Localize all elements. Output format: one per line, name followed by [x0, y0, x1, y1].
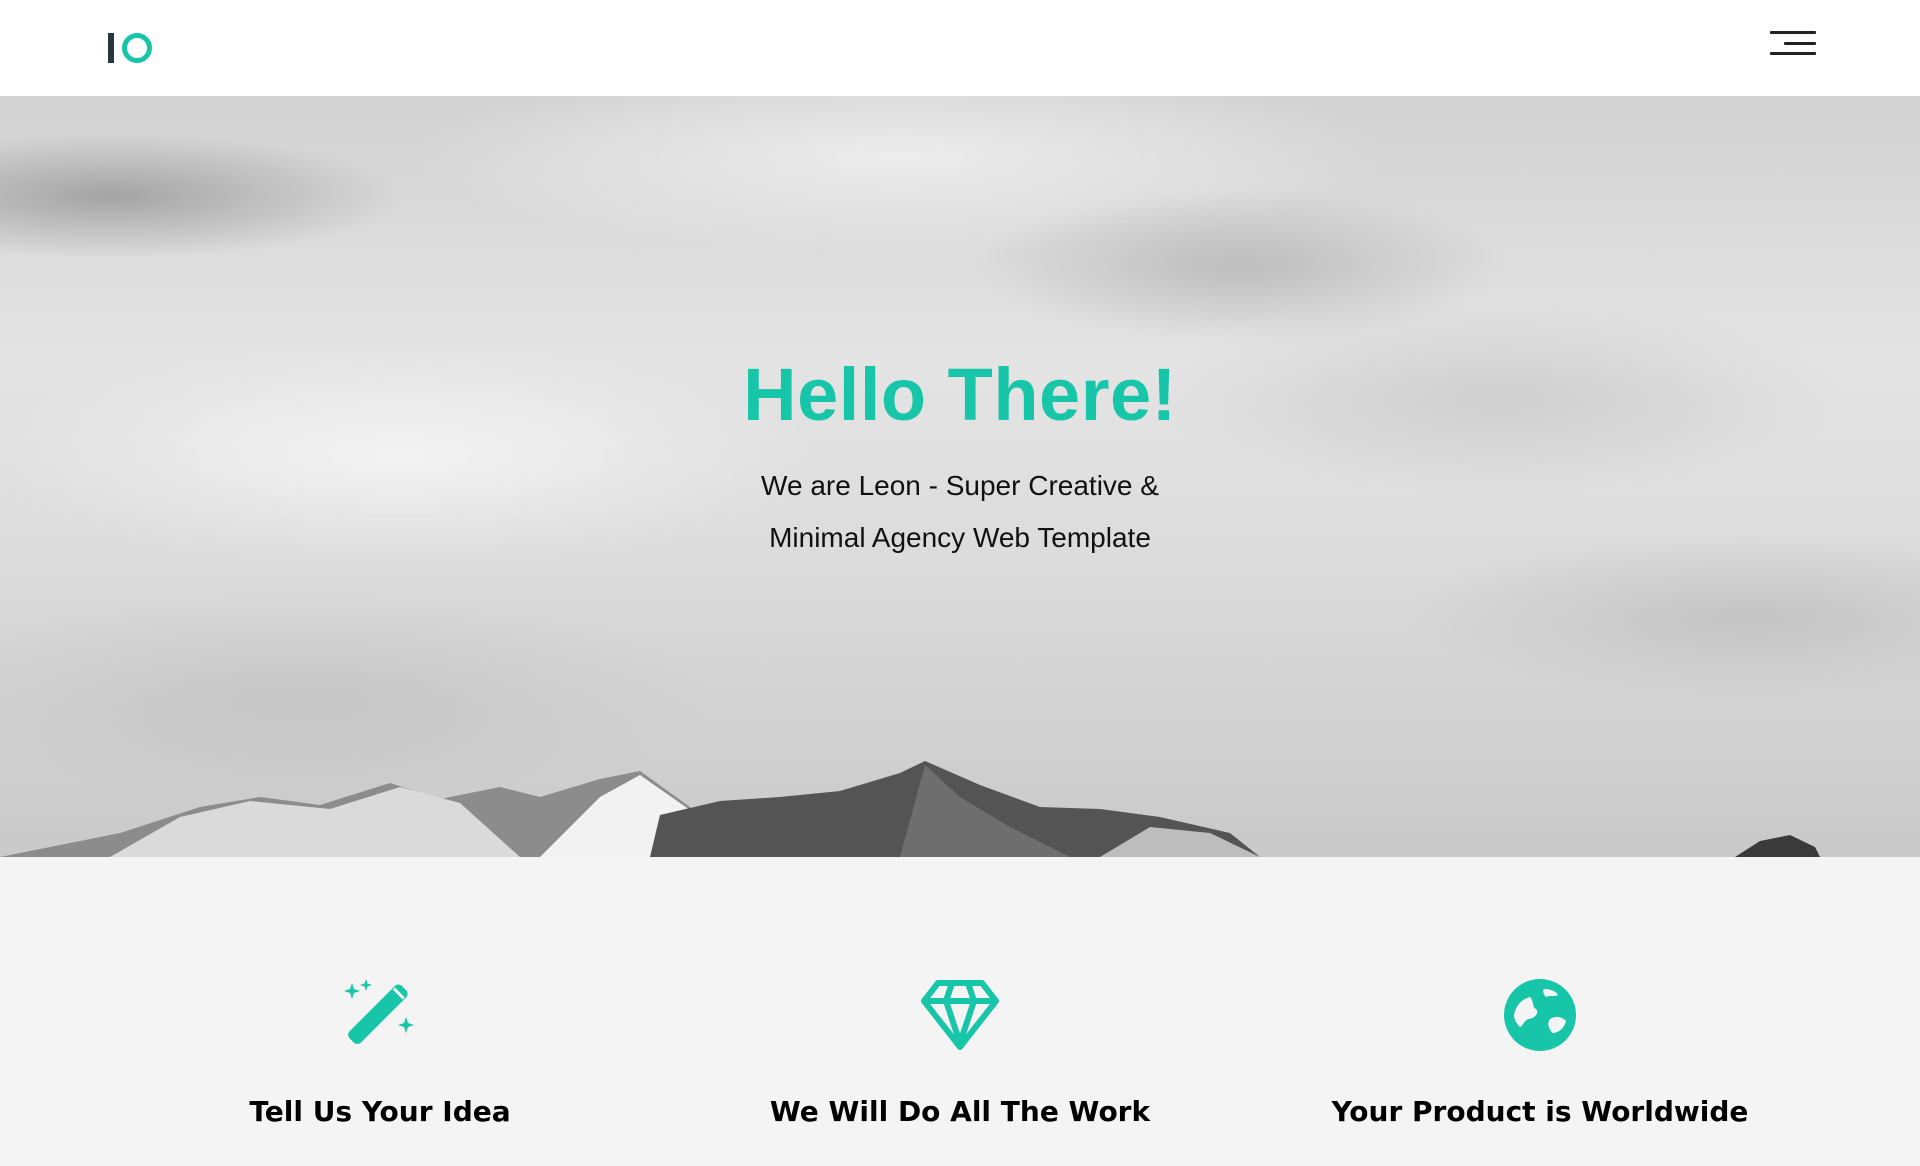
site-header: [0, 0, 1920, 96]
hero-title: Hello There!: [743, 353, 1177, 436]
menu-line: [1770, 31, 1816, 34]
feature-title: We Will Do All The Work: [769, 1095, 1151, 1128]
logo-bar: [108, 33, 114, 63]
globe-icon: [1504, 979, 1576, 1051]
mountain-range-image: [0, 761, 1820, 857]
menu-line: [1770, 52, 1816, 55]
feature-worldwide: Your Product is Worldwide: [1250, 857, 1830, 1166]
menu-line: [1784, 42, 1816, 45]
hamburger-menu-icon[interactable]: [1768, 28, 1816, 60]
feature-title: Tell Us Your Idea: [249, 1095, 511, 1128]
magic-wand-icon: [344, 979, 414, 1045]
feature-title: Your Product is Worldwide: [1331, 1095, 1749, 1128]
hero-subtitle-line: Minimal Agency Web Template: [769, 522, 1151, 553]
logo[interactable]: [108, 30, 152, 66]
hero-section: Hello There! We are Leon - Super Creativ…: [0, 96, 1920, 857]
feature-work: We Will Do All The Work: [670, 857, 1250, 1166]
diamond-icon: [921, 980, 999, 1050]
hero-subtitle-line: We are Leon - Super Creative &: [761, 470, 1159, 501]
hero-subtitle: We are Leon - Super Creative & Minimal A…: [660, 460, 1260, 564]
feature-idea: Tell Us Your Idea: [90, 857, 670, 1166]
features-section: Tell Us Your Idea We Will Do All The Wor…: [0, 857, 1920, 1166]
logo-ring: [122, 33, 152, 63]
